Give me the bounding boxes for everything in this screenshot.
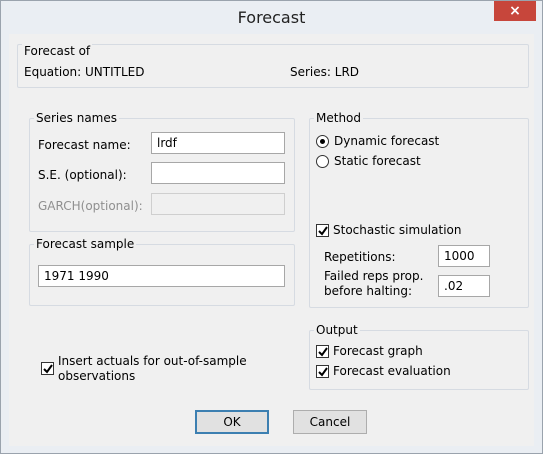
series-names-title: Series names	[34, 111, 119, 125]
method-group: Method Dynamic forecast Static forecast …	[309, 111, 529, 308]
ok-button[interactable]: OK	[195, 410, 269, 434]
forecast-sample-title: Forecast sample	[34, 237, 137, 251]
equation-label: Equation: UNTITLED	[24, 65, 145, 79]
window-title: Forecast	[237, 8, 306, 27]
forecast-dialog: Forecast × Forecast of Equation: UNTITLE…	[0, 0, 543, 454]
failed-reps-input[interactable]: .02	[438, 275, 490, 297]
checkmark-icon	[318, 226, 328, 236]
checkmark-icon	[43, 364, 53, 374]
static-forecast-label[interactable]: Static forecast	[334, 154, 421, 168]
close-button[interactable]: ×	[494, 1, 536, 21]
forecast-sample-group: Forecast sample 1971 1990	[29, 237, 295, 306]
cancel-button[interactable]: Cancel	[293, 410, 367, 434]
stochastic-simulation-checkbox[interactable]	[316, 224, 329, 237]
series-label: Series: LRD	[290, 65, 360, 79]
radio-selected-dot	[320, 139, 325, 144]
output-title: Output	[314, 323, 360, 337]
se-input[interactable]	[151, 162, 285, 184]
title-bar[interactable]: Forecast ×	[1, 1, 542, 34]
series-names-group: Series names Forecast name: lrdf S.E. (o…	[29, 111, 295, 232]
close-icon: ×	[509, 3, 521, 19]
forecast-evaluation-label[interactable]: Forecast evaluation	[333, 364, 451, 378]
forecast-of-group: Forecast of Equation: UNTITLED Series: L…	[17, 44, 529, 88]
forecast-name-input[interactable]: lrdf	[151, 132, 285, 154]
dynamic-forecast-label[interactable]: Dynamic forecast	[334, 134, 439, 148]
garch-label: GARCH(optional):	[38, 199, 143, 213]
insert-actuals-checkbox[interactable]	[41, 362, 54, 375]
static-forecast-radio[interactable]	[316, 155, 329, 168]
forecast-sample-input[interactable]: 1971 1990	[38, 265, 285, 287]
checkmark-icon	[318, 367, 328, 377]
insert-actuals-label-line1[interactable]: Insert actuals for out-of-sample	[58, 354, 247, 368]
checkmark-icon	[318, 347, 328, 357]
forecast-name-label: Forecast name:	[38, 138, 131, 152]
repetitions-input[interactable]: 1000	[438, 245, 490, 267]
forecast-graph-checkbox[interactable]	[316, 345, 329, 358]
garch-input	[151, 193, 285, 215]
forecast-evaluation-checkbox[interactable]	[316, 365, 329, 378]
dialog-body: Forecast of Equation: UNTITLED Series: L…	[9, 34, 534, 446]
failed-reps-label-line1: Failed reps prop.	[324, 269, 424, 283]
insert-actuals-label-line2[interactable]: observations	[58, 369, 135, 383]
output-group: Output Forecast graph Forecast evaluatio…	[309, 323, 529, 390]
method-title: Method	[314, 111, 364, 125]
dynamic-forecast-radio[interactable]	[316, 135, 329, 148]
forecast-of-title: Forecast of	[22, 44, 93, 58]
stochastic-simulation-label[interactable]: Stochastic simulation	[333, 223, 461, 237]
repetitions-label: Repetitions:	[324, 250, 396, 264]
failed-reps-label-line2: before halting:	[324, 284, 413, 298]
se-label: S.E. (optional):	[38, 168, 127, 182]
forecast-graph-label[interactable]: Forecast graph	[333, 344, 423, 358]
